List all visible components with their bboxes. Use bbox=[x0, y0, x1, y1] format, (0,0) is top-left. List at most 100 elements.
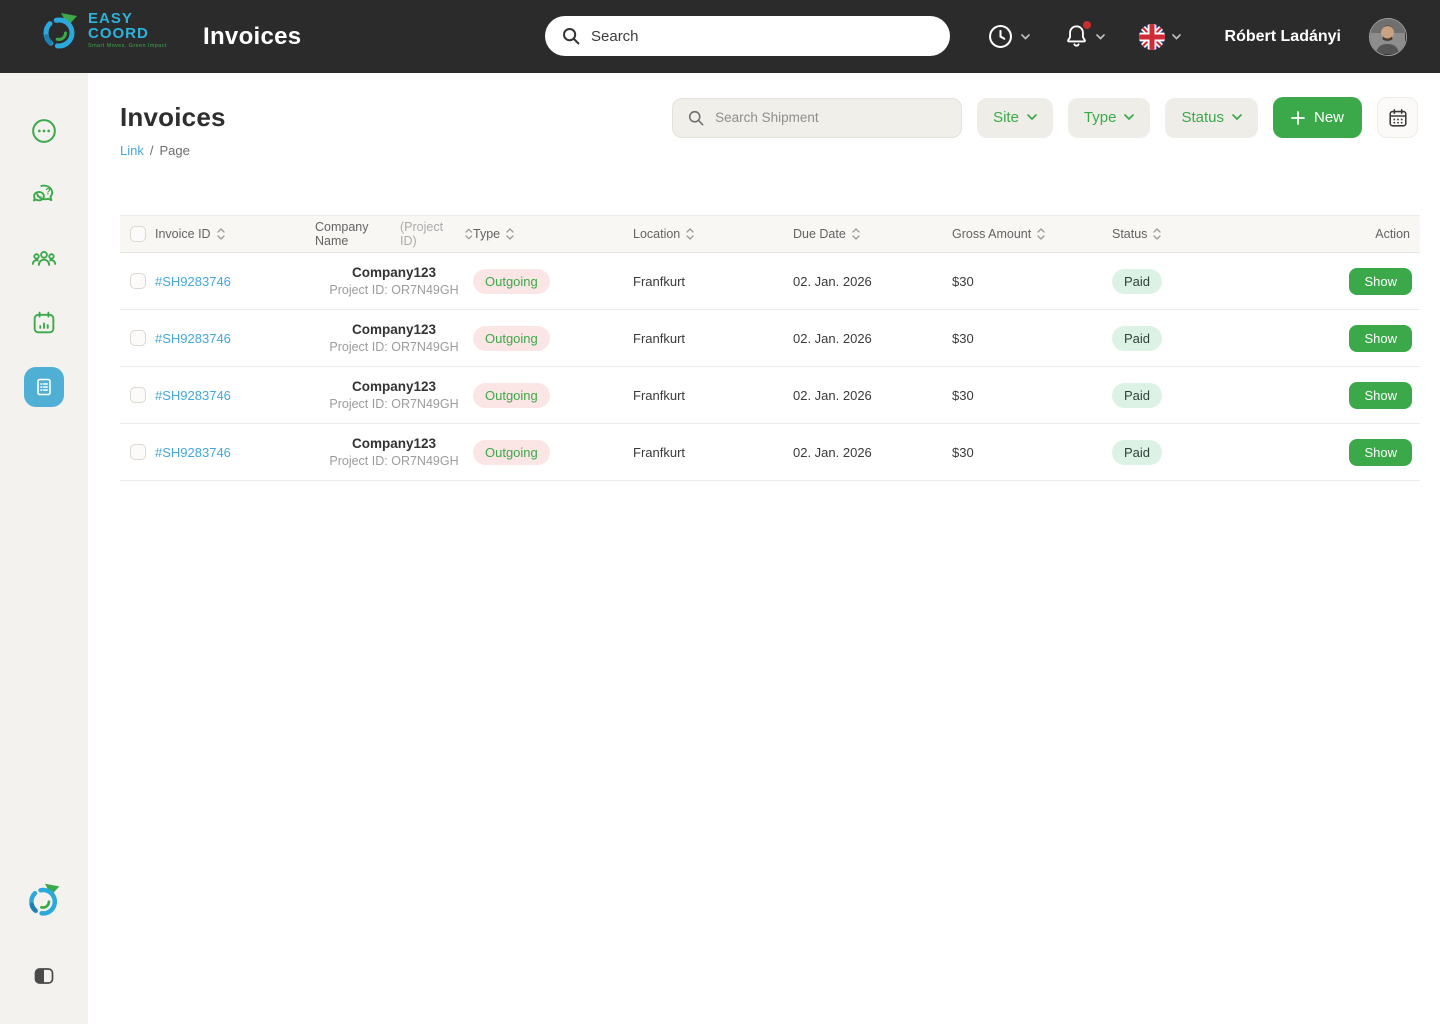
chevron-down-icon bbox=[1096, 34, 1105, 40]
gross-amount-cell: $30 bbox=[952, 274, 1112, 289]
status-badge: Paid bbox=[1112, 383, 1162, 408]
status-cell: Paid bbox=[1112, 326, 1272, 351]
invoice-id-link[interactable]: #SH9283746 bbox=[155, 331, 231, 346]
calendar-button[interactable] bbox=[1377, 97, 1418, 138]
breadcrumb-link[interactable]: Link bbox=[120, 143, 144, 158]
invoice-id-link[interactable]: #SH9283746 bbox=[155, 388, 231, 403]
notifications-menu-button[interactable] bbox=[1060, 19, 1109, 54]
collapse-sidebar-icon bbox=[32, 964, 56, 988]
column-label: Type bbox=[473, 227, 500, 241]
logo-line1: EASY bbox=[88, 11, 167, 26]
uk-flag-icon bbox=[1139, 24, 1165, 50]
company-cell: Company123 Project ID: OR7N49GH bbox=[315, 265, 473, 297]
avatar[interactable] bbox=[1369, 18, 1407, 56]
new-invoice-button[interactable]: New bbox=[1273, 97, 1362, 138]
search-icon bbox=[561, 26, 581, 46]
collapse-sidebar-button[interactable] bbox=[32, 964, 56, 988]
project-id-value: OR7N49GH bbox=[391, 283, 458, 297]
invoice-id-cell: #SH9283746 bbox=[155, 388, 315, 403]
global-search-input[interactable] bbox=[591, 28, 934, 45]
clock-icon bbox=[987, 23, 1014, 50]
select-all-checkbox[interactable] bbox=[130, 226, 146, 242]
sidebar-item-invoices[interactable] bbox=[24, 367, 64, 407]
column-header-type[interactable]: Type bbox=[473, 227, 633, 241]
table-row: #SH9283746 Company123 Project ID: OR7N49… bbox=[120, 310, 1420, 367]
location-cell: Franfkurt bbox=[633, 388, 793, 403]
logo-wordmark: EASY COORD Smart Moves. Green Impact bbox=[88, 11, 167, 50]
sidebar: ? bbox=[0, 73, 88, 1024]
type-cell: Outgoing bbox=[473, 326, 633, 351]
app-logo: EASY COORD Smart Moves. Green Impact bbox=[40, 9, 167, 51]
column-label: Status bbox=[1112, 227, 1147, 241]
company-name: Company123 bbox=[352, 322, 436, 337]
company-name: Company123 bbox=[352, 436, 436, 451]
row-checkbox-cell bbox=[120, 273, 155, 289]
status-cell: Paid bbox=[1112, 269, 1272, 294]
calendar-icon bbox=[1387, 107, 1409, 129]
row-checkbox[interactable] bbox=[130, 387, 146, 403]
location-cell: Franfkurt bbox=[633, 445, 793, 460]
shipment-search-input[interactable] bbox=[715, 110, 947, 125]
project-id: Project ID: OR7N49GH bbox=[329, 454, 458, 468]
type-badge: Outgoing bbox=[473, 269, 550, 294]
type-badge: Outgoing bbox=[473, 326, 550, 351]
toolbar: Site Type Status bbox=[672, 97, 1418, 138]
row-checkbox[interactable] bbox=[130, 273, 146, 289]
column-header-status[interactable]: Status bbox=[1112, 227, 1272, 241]
column-header-location[interactable]: Location bbox=[633, 227, 793, 241]
status-cell: Paid bbox=[1112, 383, 1272, 408]
invoices-icon bbox=[32, 375, 56, 399]
type-cell: Outgoing bbox=[473, 440, 633, 465]
global-search bbox=[545, 16, 950, 56]
project-id-value: OR7N49GH bbox=[391, 454, 458, 468]
clock-menu-button[interactable] bbox=[983, 19, 1034, 54]
due-date-cell: 02. Jan. 2026 bbox=[793, 445, 952, 460]
action-cell: Show bbox=[1272, 382, 1420, 409]
gross-amount-cell: $30 bbox=[952, 445, 1112, 460]
sidebar-item-team[interactable] bbox=[24, 239, 64, 279]
column-header-company[interactable]: Company Name(Project ID) bbox=[315, 220, 473, 248]
type-badge: Outgoing bbox=[473, 440, 550, 465]
schedule-report-icon bbox=[30, 309, 58, 337]
due-date-cell: 02. Jan. 2026 bbox=[793, 274, 952, 289]
search-icon bbox=[687, 109, 705, 127]
chevron-down-icon bbox=[1232, 114, 1242, 121]
topbar-actions: Róbert Ladányi bbox=[983, 0, 1407, 73]
sidebar-item-more[interactable] bbox=[24, 111, 64, 151]
sidebar-item-schedule[interactable] bbox=[24, 303, 64, 343]
show-button[interactable]: Show bbox=[1349, 325, 1412, 352]
breadcrumb-current: Page bbox=[159, 143, 189, 158]
language-menu-button[interactable] bbox=[1135, 20, 1185, 54]
action-cell: Show bbox=[1272, 325, 1420, 352]
topbar-page-title: Invoices bbox=[203, 23, 301, 51]
column-header-action: Action bbox=[1272, 227, 1420, 241]
invoice-id-cell: #SH9283746 bbox=[155, 274, 315, 289]
column-header-invoice-id[interactable]: Invoice ID bbox=[155, 227, 315, 241]
type-filter-button[interactable]: Type bbox=[1068, 98, 1151, 138]
invoice-id-link[interactable]: #SH9283746 bbox=[155, 445, 231, 460]
svg-text:?: ? bbox=[45, 186, 50, 196]
action-cell: Show bbox=[1272, 439, 1420, 466]
column-header-gross-amount[interactable]: Gross Amount bbox=[952, 227, 1112, 241]
show-button[interactable]: Show bbox=[1349, 382, 1412, 409]
status-cell: Paid bbox=[1112, 440, 1272, 465]
easycoord-mark-icon bbox=[40, 9, 80, 51]
team-icon bbox=[30, 245, 58, 273]
project-id-label: Project ID: bbox=[329, 397, 387, 411]
shipment-search bbox=[672, 98, 962, 138]
row-checkbox[interactable] bbox=[130, 330, 146, 346]
sidebar-item-support[interactable]: ? bbox=[24, 175, 64, 215]
site-filter-button[interactable]: Site bbox=[977, 98, 1053, 138]
company-cell: Company123 Project ID: OR7N49GH bbox=[315, 322, 473, 354]
show-button[interactable]: Show bbox=[1349, 439, 1412, 466]
show-button[interactable]: Show bbox=[1349, 268, 1412, 295]
row-checkbox[interactable] bbox=[130, 444, 146, 460]
notification-dot bbox=[1083, 21, 1091, 29]
sort-icon bbox=[1153, 228, 1161, 240]
invoice-id-link[interactable]: #SH9283746 bbox=[155, 274, 231, 289]
status-filter-button[interactable]: Status bbox=[1165, 98, 1258, 138]
column-header-due-date[interactable]: Due Date bbox=[793, 227, 952, 241]
main-content: Invoices Link / Page Site bbox=[88, 73, 1440, 1024]
table-row: #SH9283746 Company123 Project ID: OR7N49… bbox=[120, 367, 1420, 424]
table-body: #SH9283746 Company123 Project ID: OR7N49… bbox=[120, 253, 1420, 481]
